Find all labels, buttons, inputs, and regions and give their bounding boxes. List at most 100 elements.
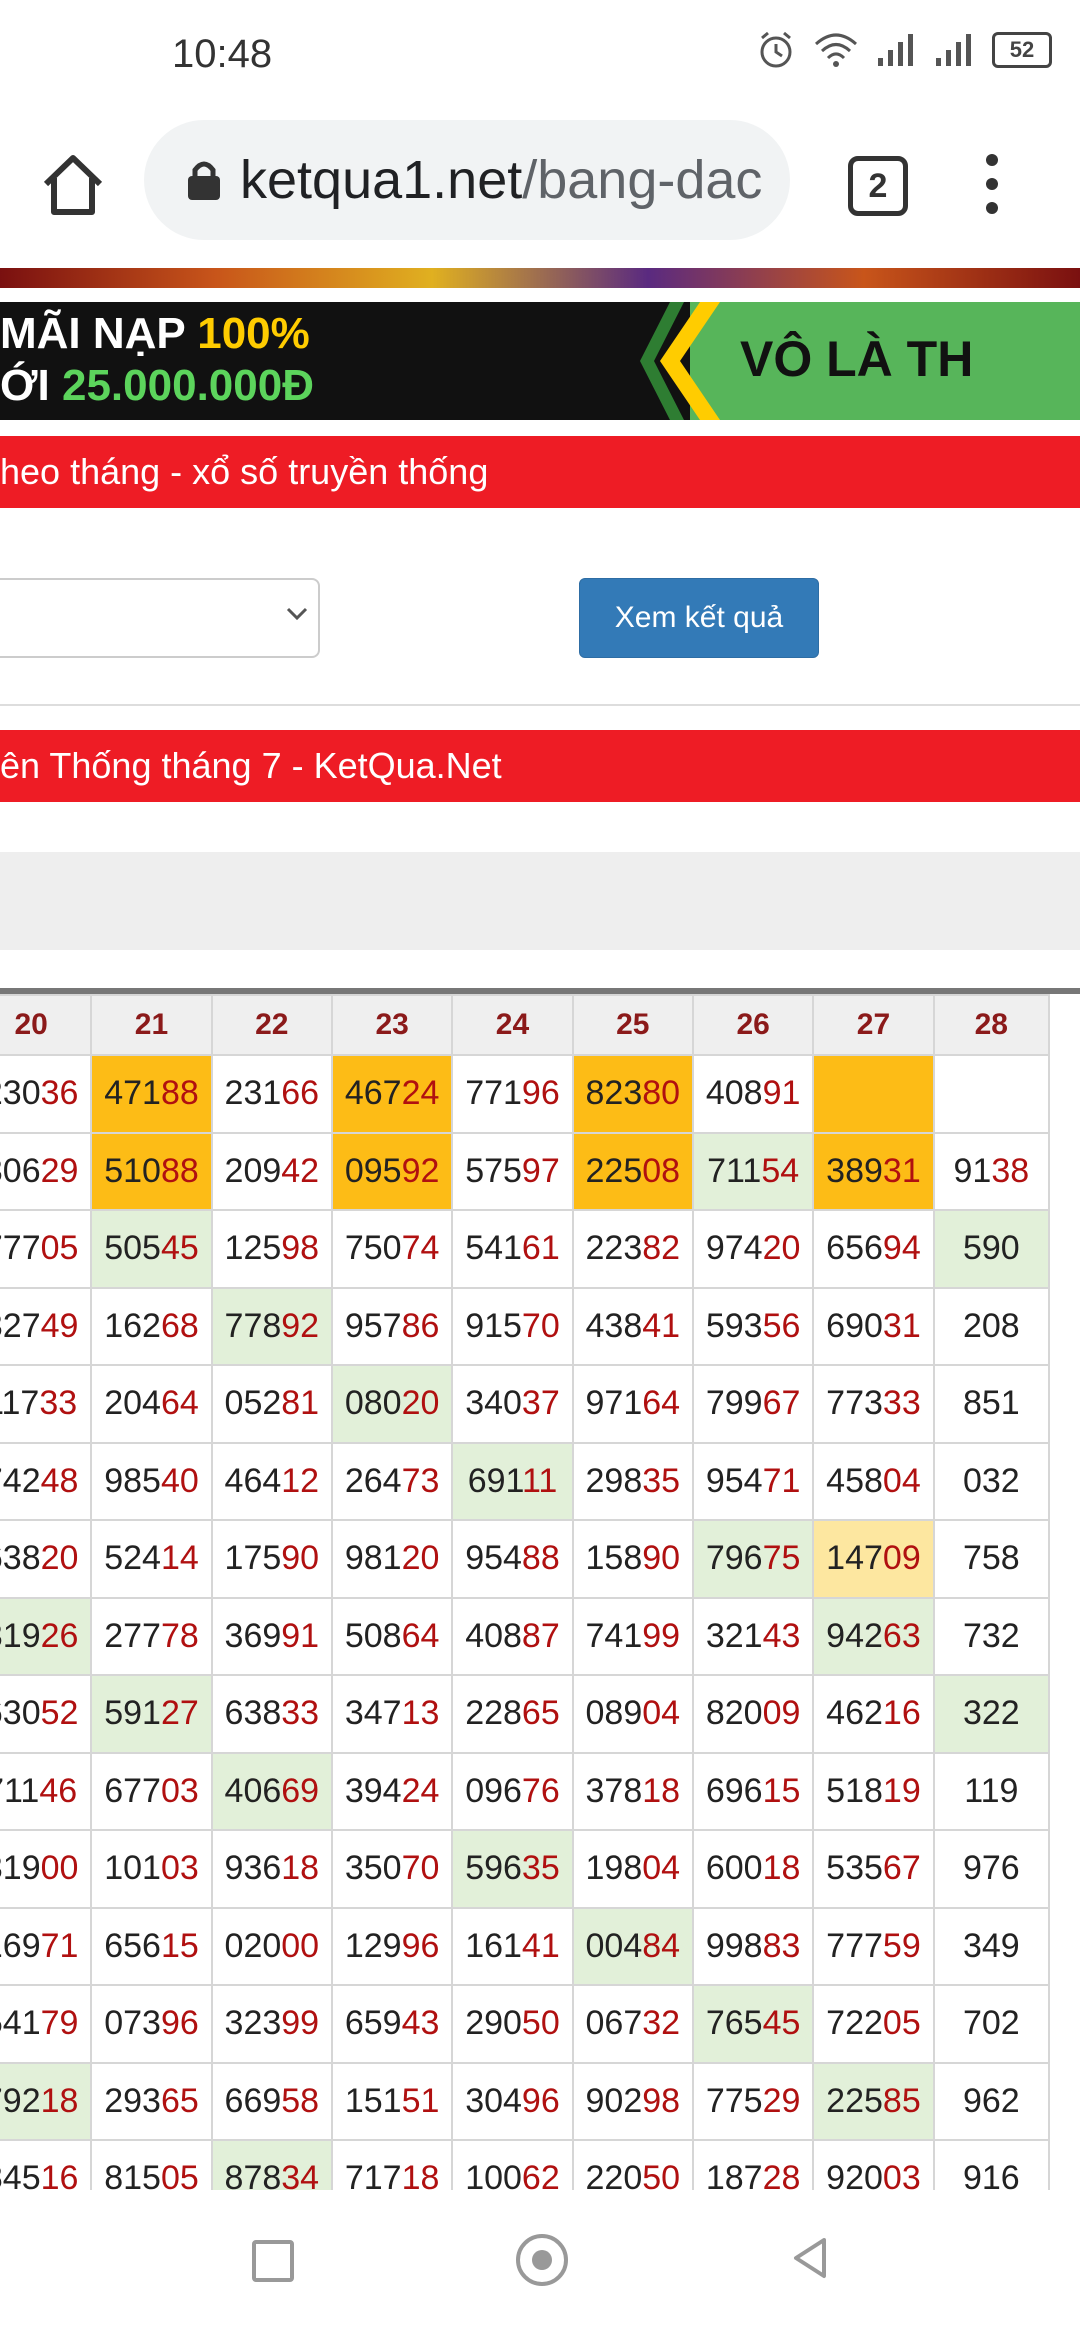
result-prefix: 223 (585, 1229, 643, 1268)
result-cell: 06732 (571, 1984, 694, 2064)
recent-apps-button[interactable] (252, 2240, 294, 2282)
result-prefix: 741 (585, 1616, 643, 1655)
result-prefix: 406 (224, 1771, 282, 1810)
result-suffix: 15 (160, 1926, 199, 1965)
info-box (0, 852, 1080, 950)
result-cell: 15151 (330, 2061, 454, 2141)
result-prefix: 758 (962, 1539, 1020, 1578)
tab-switcher-button[interactable]: 2 (848, 156, 908, 216)
result-prefix: 277 (104, 1616, 161, 1655)
result-prefix: 319 (0, 1849, 41, 1888)
result-prefix: 129 (344, 1926, 402, 1965)
result-prefix: 158 (585, 1539, 643, 1578)
battery-icon: 52 (992, 32, 1052, 68)
navigation-bar (0, 2190, 1080, 2340)
result-cell: 40669 (210, 1751, 333, 1831)
result-cell: 11733 (0, 1364, 93, 1444)
ad-banner[interactable]: MÃI NẠP 100% ỚI 25.000.000Đ VÔ LÀ TH (0, 302, 1080, 420)
result-suffix: 09 (882, 1539, 921, 1578)
result-cell: 69615 (691, 1751, 815, 1831)
result-suffix: 73 (401, 1461, 440, 1500)
result-prefix: 125 (224, 1229, 282, 1268)
view-result-button[interactable]: Xem kết quả (579, 578, 819, 658)
result-cell: 29835 (571, 1441, 694, 1521)
result-suffix: 65 (521, 1694, 560, 1733)
result-cell: 63820 (0, 1519, 93, 1599)
result-cell: 09676 (451, 1751, 574, 1831)
chevron-down-icon (286, 607, 308, 621)
result-suffix: 24 (401, 1771, 440, 1810)
result-prefix: 151 (344, 2081, 402, 2120)
result-prefix: 971 (585, 1384, 643, 1423)
result-prefix: 524 (104, 1539, 161, 1578)
result-prefix: 690 (826, 1306, 883, 1345)
banner-line2: ỚI (0, 361, 62, 410)
result-cell: 66958 (210, 2061, 333, 2141)
result-prefix: 394 (344, 1771, 402, 1810)
result-cell: 31900 (0, 1829, 93, 1909)
result-prefix: 304 (465, 2081, 522, 2120)
result-cell: 31926 (0, 1596, 93, 1676)
result-prefix: 823 (585, 1074, 643, 1113)
result-cell: 38931 (812, 1131, 935, 1211)
result-suffix: 36 (40, 1074, 79, 1113)
url-field[interactable]: ketqua1.net/bang-dac (144, 120, 790, 240)
result-prefix: 702 (962, 2004, 1020, 2043)
result-suffix: 50 (521, 2004, 560, 2043)
result-prefix: 187 (705, 2159, 763, 2190)
result-cell: 59635 (451, 1829, 574, 1909)
result-prefix: 067 (585, 2004, 643, 2043)
result-suffix: 31 (882, 1151, 921, 1190)
result-cell: 47188 (90, 1054, 213, 1134)
result-suffix: 08 (642, 1151, 681, 1190)
back-icon[interactable] (790, 2236, 830, 2280)
result-suffix: 88 (521, 1539, 560, 1578)
result-cell: 20942 (210, 1131, 333, 1211)
home-button[interactable] (516, 2234, 568, 2286)
day-header: 26 (691, 994, 815, 1056)
wifi-icon (814, 33, 858, 67)
result-prefix: 778 (224, 1306, 282, 1345)
result-suffix: 40 (160, 1461, 199, 1500)
result-prefix: 915 (465, 1306, 522, 1345)
result-prefix: 032 (962, 1461, 1020, 1500)
menu-icon[interactable] (986, 154, 998, 214)
result-suffix: 05 (40, 1229, 79, 1268)
result-prefix: 080 (344, 1384, 402, 1423)
result-prefix: 771 (465, 1074, 522, 1113)
result-cell: 98540 (90, 1441, 213, 1521)
table-title-bar: ên Thống tháng 7 - KetQua.Net (0, 730, 1080, 802)
home-icon[interactable] (38, 150, 108, 220)
result-cell: 92003 (812, 2139, 935, 2190)
result-cell: 79218 (0, 2061, 93, 2141)
result-prefix: 231 (224, 1074, 282, 1113)
result-prefix: 169 (0, 1926, 41, 1965)
result-prefix: 089 (585, 1694, 643, 1733)
result-cell: 12598 (210, 1209, 333, 1289)
result-suffix: 33 (281, 1694, 320, 1733)
result-cell: 53567 (812, 1829, 935, 1909)
result-suffix: 04 (642, 1694, 681, 1733)
result-cell: 97164 (571, 1364, 694, 1444)
banner-right-text: VÔ LÀ TH (740, 331, 974, 387)
result-cell: 119 (932, 1751, 1051, 1831)
month-select[interactable] (0, 578, 320, 658)
result-cell: 90298 (571, 2061, 694, 2141)
result-cell: 916 (932, 2139, 1051, 2190)
result-suffix: 64 (401, 1616, 440, 1655)
result-suffix: 50 (642, 2159, 681, 2190)
banner-strip (0, 268, 1080, 288)
result-suffix: 87 (521, 1616, 560, 1655)
result-prefix: 175 (224, 1539, 282, 1578)
result-cell: 51088 (90, 1131, 213, 1211)
result-suffix: 68 (160, 1306, 199, 1345)
result-prefix: 711 (0, 1771, 40, 1810)
result-suffix: 64 (642, 1384, 681, 1423)
result-suffix: 18 (642, 1771, 681, 1810)
result-suffix: 09 (762, 1694, 801, 1733)
result-suffix: 43 (762, 1616, 801, 1655)
result-cell: 35070 (330, 1829, 454, 1909)
result-prefix: 722 (826, 2004, 883, 2043)
result-prefix: 505 (104, 1229, 161, 1268)
result-cell: 77705 (0, 1209, 93, 1289)
